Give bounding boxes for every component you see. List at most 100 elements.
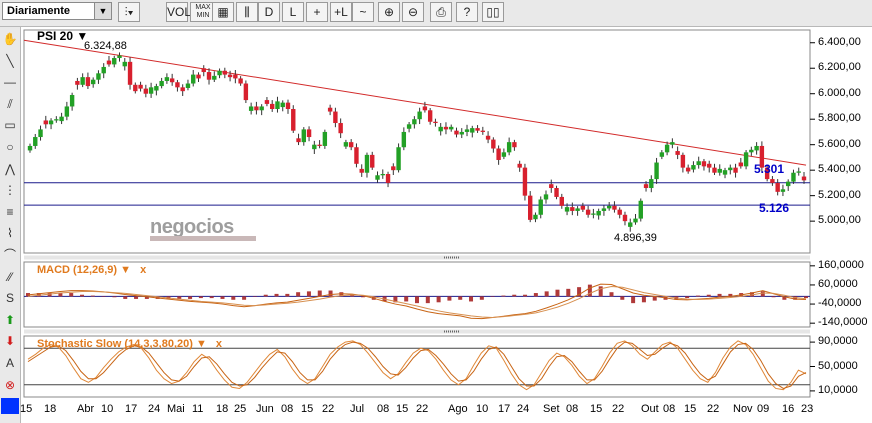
down-candle — [733, 167, 738, 173]
high-annotation: 6.324,88 — [84, 40, 127, 52]
macd-histogram-bar — [490, 296, 495, 297]
macd-title[interactable]: MACD (12,26,9) ▼ x — [37, 264, 146, 276]
y-tick-label: 6.000,00 — [818, 86, 861, 99]
up-candle — [406, 124, 412, 129]
down-candle — [291, 109, 296, 131]
up-candle — [743, 152, 749, 167]
up-candle — [591, 213, 596, 215]
up-candle — [375, 175, 380, 180]
down-candle — [775, 182, 780, 192]
down-candle — [522, 167, 528, 196]
down-candle — [512, 142, 517, 148]
up-candle — [322, 131, 328, 146]
down-candle — [175, 82, 180, 88]
up-candle — [786, 181, 791, 187]
up-candle — [649, 179, 654, 189]
up-candle — [112, 58, 117, 65]
down-candle — [106, 60, 112, 65]
up-candle — [606, 205, 612, 209]
x-tick-label: 22 — [322, 403, 335, 415]
down-candle — [169, 78, 175, 83]
macd-histogram-bar — [566, 288, 571, 297]
x-tick-label: 18 — [44, 403, 57, 415]
up-candle — [64, 106, 70, 117]
x-tick-label: 11 — [192, 403, 204, 415]
down-candle — [712, 167, 717, 173]
y-tick-label: 6.400,00 — [818, 35, 861, 48]
watermark-bar — [150, 236, 256, 241]
down-candle — [643, 184, 649, 189]
up-candle — [301, 129, 306, 143]
up-candle — [417, 111, 422, 120]
close-icon[interactable]: x — [140, 264, 146, 276]
up-candle — [633, 218, 638, 223]
down-candle — [385, 173, 391, 183]
down-candle — [707, 163, 712, 168]
x-tick-label: 08 — [566, 403, 579, 415]
up-candle — [364, 154, 370, 173]
up-candle — [154, 86, 159, 91]
line1-label[interactable]: 5.301 — [754, 162, 784, 176]
down-candle — [475, 128, 480, 131]
down-candle — [549, 184, 554, 189]
down-candle — [554, 188, 559, 197]
down-candle — [85, 77, 91, 87]
x-tick-label: 10 — [101, 403, 114, 415]
up-candle — [248, 106, 254, 111]
close-icon[interactable]: x — [216, 338, 222, 350]
macd-histogram-bar — [263, 294, 268, 297]
down-candle — [559, 196, 564, 206]
down-candle — [138, 84, 143, 89]
up-candle — [596, 210, 601, 216]
down-candle — [770, 179, 775, 183]
macd-histogram-bar — [523, 294, 528, 297]
line2-label[interactable]: 5.126 — [759, 201, 789, 215]
up-candle — [69, 94, 75, 107]
macd-histogram-bar — [231, 296, 236, 300]
macd-histogram-bar — [198, 296, 203, 299]
macd-histogram-bar — [274, 293, 279, 297]
up-candle — [185, 83, 191, 88]
x-tick-label: 15 — [396, 403, 409, 415]
down-candle — [443, 126, 449, 130]
up-candle — [27, 145, 33, 151]
x-tick-label: 23 — [801, 403, 814, 415]
down-candle — [43, 120, 48, 125]
macd-histogram-bar — [404, 296, 409, 302]
x-tick-label: 17 — [498, 403, 511, 415]
x-tick-label: 17 — [125, 403, 138, 415]
price-title[interactable]: PSI 20 ▼ — [37, 29, 88, 43]
down-candle — [496, 148, 501, 160]
up-candle — [117, 55, 122, 59]
x-tick-label: Set — [543, 403, 560, 415]
up-candle — [48, 120, 54, 125]
macd-histogram-bar — [501, 295, 506, 297]
macd-histogram-bar — [242, 296, 247, 300]
macd-histogram-bar — [717, 293, 722, 297]
down-candle — [454, 130, 459, 135]
y-tick-label: 160,0000 — [818, 258, 864, 271]
macd-histogram-bar — [533, 293, 538, 297]
x-tick-label: 08 — [281, 403, 294, 415]
up-candle — [654, 162, 659, 180]
down-candle — [480, 130, 486, 132]
down-candle — [196, 74, 201, 79]
chart-canvas — [23, 29, 815, 398]
macd-histogram-bar — [296, 292, 301, 297]
down-candle — [75, 80, 80, 85]
macd-histogram-bar — [69, 293, 74, 297]
up-candle — [749, 149, 754, 153]
y-tick-label: -140,0000 — [818, 316, 868, 329]
macd-histogram-bar — [90, 295, 95, 297]
x-tick-label: 08 — [377, 403, 390, 415]
macd-histogram-bar — [80, 294, 85, 297]
macd-histogram-bar — [479, 296, 484, 300]
down-candle — [517, 163, 522, 168]
x-tick-label: Jul — [350, 403, 365, 415]
stoch-title[interactable]: Stochastic Slow (14,3,3,80,20) ▼ x — [37, 338, 222, 350]
down-candle — [622, 214, 628, 222]
down-candle — [701, 161, 707, 167]
macd-histogram-bar — [306, 291, 311, 297]
up-candle — [59, 116, 64, 122]
macd-histogram-bar — [220, 296, 225, 299]
